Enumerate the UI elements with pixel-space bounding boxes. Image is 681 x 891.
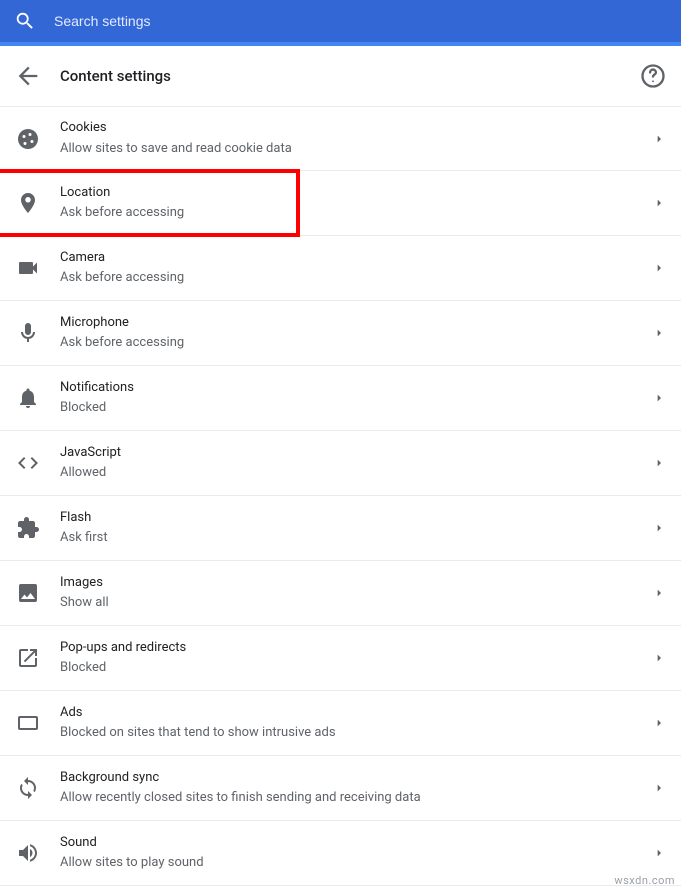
item-subtext: Allowed xyxy=(60,464,651,482)
sound-icon xyxy=(16,841,40,865)
chevron-right-icon xyxy=(651,585,667,601)
settings-item-sound[interactable]: Sound Allow sites to play sound xyxy=(0,821,681,886)
chevron-right-icon xyxy=(651,390,667,406)
chevron-right-icon xyxy=(651,715,667,731)
item-text: Ads Blocked on sites that tend to show in… xyxy=(60,704,651,742)
settings-item-popups[interactable]: Pop-ups and redirects Blocked xyxy=(0,626,681,691)
page-header: Content settings xyxy=(0,46,681,106)
images-icon xyxy=(16,581,40,605)
item-subtext: Blocked xyxy=(60,399,651,417)
item-label: Microphone xyxy=(60,314,651,332)
settings-item-microphone[interactable]: Microphone Ask before accessing xyxy=(0,301,681,366)
settings-item-background-sync[interactable]: Background sync Allow recently closed sit… xyxy=(0,756,681,821)
chevron-right-icon xyxy=(651,455,667,471)
chevron-right-icon xyxy=(651,650,667,666)
chevron-right-icon xyxy=(651,845,667,861)
item-subtext: Ask first xyxy=(60,529,651,547)
item-subtext: Allow sites to play sound xyxy=(60,854,651,872)
item-subtext: Blocked xyxy=(60,659,651,677)
chevron-right-icon xyxy=(651,131,667,147)
help-button[interactable] xyxy=(639,62,667,90)
settings-item-ads[interactable]: Ads Blocked on sites that tend to show in… xyxy=(0,691,681,756)
item-text: Pop-ups and redirects Blocked xyxy=(60,639,651,677)
item-label: Flash xyxy=(60,509,651,527)
item-label: Background sync xyxy=(60,769,651,787)
item-subtext: Show all xyxy=(60,594,651,612)
item-label: Camera xyxy=(60,249,651,267)
item-text: Background sync Allow recently closed sit… xyxy=(60,769,651,807)
item-text: Microphone Ask before accessing xyxy=(60,314,651,352)
item-label: Sound xyxy=(60,834,651,852)
location-icon xyxy=(16,191,40,215)
search-input[interactable] xyxy=(54,13,667,29)
settings-item-notifications[interactable]: Notifications Blocked xyxy=(0,366,681,431)
item-subtext: Ask before accessing xyxy=(60,334,651,352)
chevron-right-icon xyxy=(651,195,667,211)
item-text: Cookies Allow sites to save and read cook… xyxy=(60,119,651,157)
back-button[interactable] xyxy=(14,62,42,90)
settings-item-images[interactable]: Images Show all xyxy=(0,561,681,626)
settings-item-flash[interactable]: Flash Ask first xyxy=(0,496,681,561)
settings-item-camera[interactable]: Camera Ask before accessing xyxy=(0,236,681,301)
popups-icon xyxy=(16,646,40,670)
item-text: Sound Allow sites to play sound xyxy=(60,834,651,872)
item-subtext: Blocked on sites that tend to show intru… xyxy=(60,724,651,742)
watermark: wsxdn.com xyxy=(614,874,675,887)
item-text: Location Ask before accessing xyxy=(60,184,651,222)
item-text: Camera Ask before accessing xyxy=(60,249,651,287)
item-text: JavaScript Allowed xyxy=(60,444,651,482)
item-subtext: Ask before accessing xyxy=(60,269,651,287)
javascript-icon xyxy=(16,451,40,475)
settings-item-location[interactable]: Location Ask before accessing xyxy=(0,171,681,236)
item-label: Location xyxy=(60,184,651,202)
item-subtext: Ask before accessing xyxy=(60,204,651,222)
item-label: JavaScript xyxy=(60,444,651,462)
item-label: Pop-ups and redirects xyxy=(60,639,651,657)
search-bar[interactable] xyxy=(0,0,681,46)
background-sync-icon xyxy=(16,776,40,800)
item-label: Notifications xyxy=(60,379,651,397)
settings-item-cookies[interactable]: Cookies Allow sites to save and read cook… xyxy=(0,106,681,171)
item-label: Ads xyxy=(60,704,651,722)
flash-icon xyxy=(16,516,40,540)
chevron-right-icon xyxy=(651,260,667,276)
cookies-icon xyxy=(16,127,40,151)
notifications-icon xyxy=(16,386,40,410)
settings-list: Cookies Allow sites to save and read cook… xyxy=(0,106,681,886)
chevron-right-icon xyxy=(651,780,667,796)
item-label: Images xyxy=(60,574,651,592)
item-text: Notifications Blocked xyxy=(60,379,651,417)
chevron-right-icon xyxy=(651,325,667,341)
chevron-right-icon xyxy=(651,520,667,536)
item-text: Images Show all xyxy=(60,574,651,612)
item-subtext: Allow sites to save and read cookie data xyxy=(60,140,651,158)
item-subtext: Allow recently closed sites to finish se… xyxy=(60,789,651,807)
item-text: Flash Ask first xyxy=(60,509,651,547)
item-label: Cookies xyxy=(60,119,651,137)
search-icon xyxy=(14,10,36,32)
ads-icon xyxy=(16,711,40,735)
microphone-icon xyxy=(16,321,40,345)
page-title: Content settings xyxy=(60,67,639,85)
settings-item-javascript[interactable]: JavaScript Allowed xyxy=(0,431,681,496)
camera-icon xyxy=(16,256,40,280)
